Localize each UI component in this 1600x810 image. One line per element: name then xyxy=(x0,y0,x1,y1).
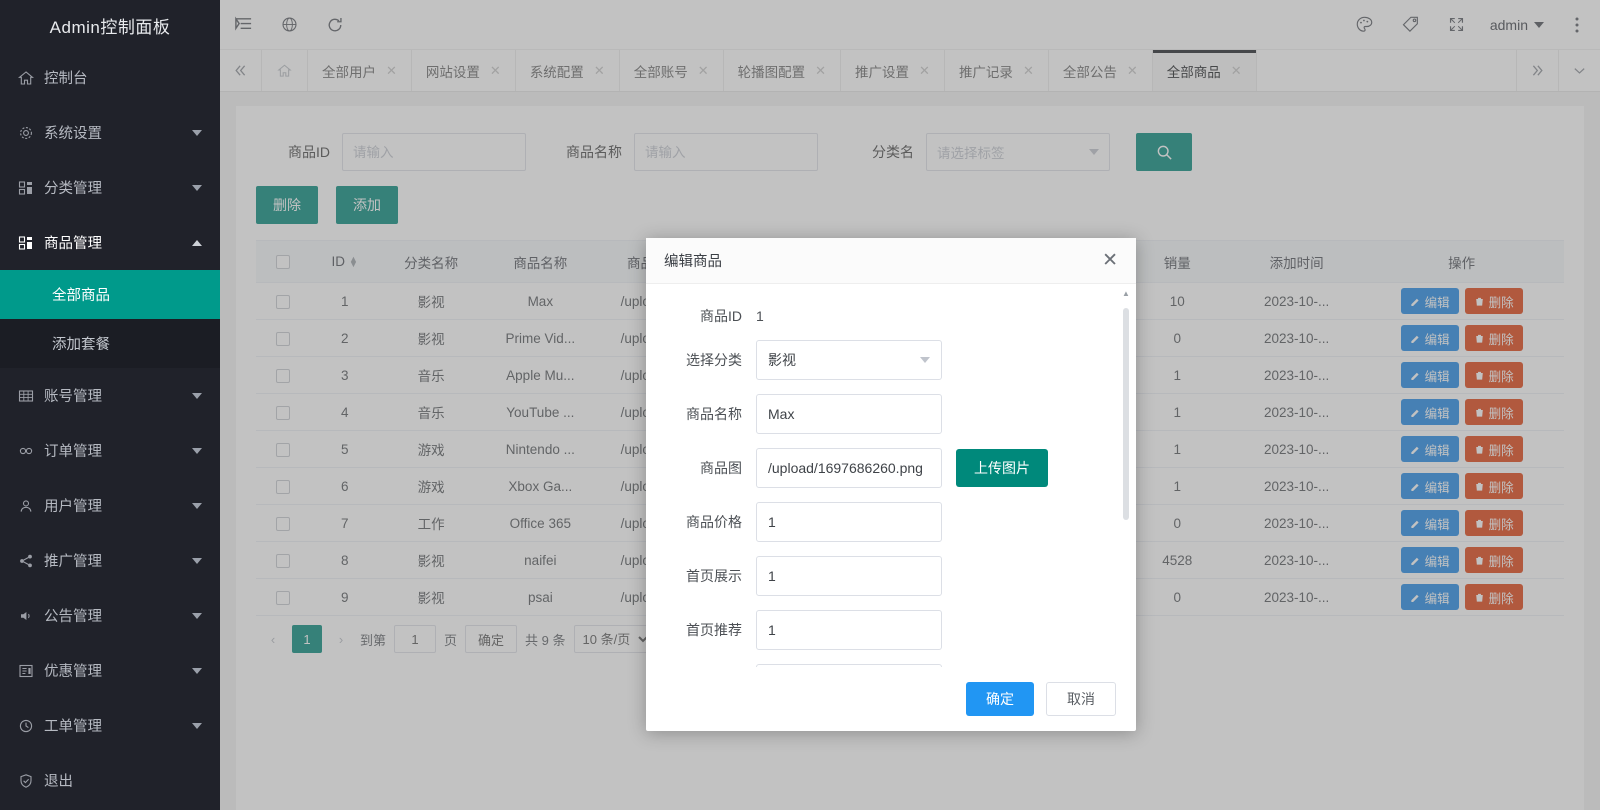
admin-dashboard: Admin控制面板 控制台 系统设置 分类管理 商品管理 全部商品 添加套餐 账… xyxy=(0,0,1600,810)
home-recommend-input[interactable] xyxy=(756,610,942,650)
sidebar-label: 用户管理 xyxy=(44,499,102,515)
sidebar-label: 分类管理 xyxy=(44,181,102,197)
field-label: 商品图 xyxy=(700,460,742,476)
sidebar-item-product-manage[interactable]: 商品管理 xyxy=(0,215,220,270)
chevron-down-icon xyxy=(192,722,202,729)
upload-image-button[interactable]: 上传图片 xyxy=(956,449,1048,487)
field-partial-next xyxy=(646,664,1136,667)
sidebar-item-dashboard[interactable]: 控制台 xyxy=(0,50,220,105)
sidebar-item-user-manage[interactable]: 用户管理 xyxy=(0,478,220,533)
sidebar-item-notice-manage[interactable]: 公告管理 xyxy=(0,588,220,643)
table-icon xyxy=(18,388,44,404)
sidebar-subitem-all-products[interactable]: 全部商品 xyxy=(0,270,220,319)
next-field-input[interactable] xyxy=(756,664,942,667)
sidebar-label: 账号管理 xyxy=(44,389,102,405)
ticket-icon xyxy=(18,663,44,679)
modal-cancel-button[interactable]: 取消 xyxy=(1046,682,1116,716)
sidebar-item-category-manage[interactable]: 分类管理 xyxy=(0,160,220,215)
product-id-value: 1 xyxy=(756,308,764,324)
field-label: 首页推荐 xyxy=(686,622,742,638)
field-product-image: 商品图 上传图片 xyxy=(646,448,1136,488)
sidebar: Admin控制面板 控制台 系统设置 分类管理 商品管理 全部商品 添加套餐 账… xyxy=(0,0,220,810)
sidebar-item-ticket-manage[interactable]: 工单管理 xyxy=(0,698,220,753)
chevron-down-icon xyxy=(192,502,202,509)
sidebar-label: 控制台 xyxy=(44,71,88,87)
sidebar-label: 系统设置 xyxy=(44,126,102,142)
field-label: 商品名称 xyxy=(686,406,742,422)
sidebar-item-system-settings[interactable]: 系统设置 xyxy=(0,105,220,160)
modal-header: 编辑商品 ✕ xyxy=(646,238,1136,284)
modal-footer: 确定 取消 xyxy=(646,667,1136,731)
speaker-icon xyxy=(18,608,44,624)
field-label: 首页展示 xyxy=(686,568,742,584)
modal-body: 商品ID 1 选择分类 影视 商品名称 商品图 上传图片 商品价格 xyxy=(646,284,1136,667)
sidebar-label: 商品管理 xyxy=(44,236,102,252)
field-product-price: 商品价格 xyxy=(646,502,1136,542)
product-price-input[interactable] xyxy=(756,502,942,542)
field-home-show: 首页展示 xyxy=(646,556,1136,596)
sidebar-label: 退出 xyxy=(44,774,73,790)
product-image-input[interactable] xyxy=(756,448,942,488)
chevron-up-icon xyxy=(192,239,202,246)
shield-icon xyxy=(18,773,44,789)
sidebar-label: 推广管理 xyxy=(44,554,102,570)
field-product-name: 商品名称 xyxy=(646,394,1136,434)
modal-title: 编辑商品 xyxy=(664,254,722,270)
modal-confirm-button[interactable]: 确定 xyxy=(966,682,1034,716)
chevron-down-icon xyxy=(192,184,202,191)
sidebar-label: 订单管理 xyxy=(44,444,102,460)
sidebar-label: 工单管理 xyxy=(44,719,102,735)
close-icon[interactable]: ✕ xyxy=(1102,251,1118,270)
chevron-down-icon xyxy=(192,667,202,674)
home-show-input[interactable] xyxy=(756,556,942,596)
edit-product-modal: 编辑商品 ✕ 商品ID 1 选择分类 影视 商品名称 商品图 xyxy=(646,238,1136,731)
field-label: 选择分类 xyxy=(686,352,742,368)
sidebar-item-order-manage[interactable]: 订单管理 xyxy=(0,423,220,478)
modal-scrollbar[interactable]: ▲ ▼ xyxy=(1122,290,1130,667)
clock-icon xyxy=(18,718,44,734)
sidebar-subitem-add-package[interactable]: 添加套餐 xyxy=(0,319,220,368)
sidebar-item-promotion-manage[interactable]: 推广管理 xyxy=(0,533,220,588)
sidebar-item-coupon-manage[interactable]: 优惠管理 xyxy=(0,643,220,698)
link-icon xyxy=(18,443,44,459)
chevron-down-icon xyxy=(192,447,202,454)
sidebar-item-logout[interactable]: 退出 xyxy=(0,753,220,808)
home-icon xyxy=(18,70,44,86)
sidebar-sublabel: 全部商品 xyxy=(52,288,110,304)
brand-title: Admin控制面板 xyxy=(0,0,220,50)
chevron-down-icon xyxy=(192,392,202,399)
field-product-id: 商品ID 1 xyxy=(646,306,1136,326)
sidebar-item-account-manage[interactable]: 账号管理 xyxy=(0,368,220,423)
grid-icon xyxy=(18,180,44,196)
share-icon xyxy=(18,553,44,569)
user-icon xyxy=(18,498,44,514)
sidebar-sublabel: 添加套餐 xyxy=(52,337,110,353)
gear-icon xyxy=(18,125,44,141)
scrollbar-thumb[interactable] xyxy=(1123,308,1129,520)
chevron-down-icon xyxy=(192,612,202,619)
modal-category-value: 影视 xyxy=(768,352,796,368)
modal-category-select[interactable]: 影视 xyxy=(756,340,942,380)
chevron-down-icon xyxy=(920,357,930,363)
product-name-input[interactable] xyxy=(756,394,942,434)
field-label: 商品ID xyxy=(700,308,742,324)
sidebar-label: 公告管理 xyxy=(44,609,102,625)
grid-icon xyxy=(18,235,44,251)
field-category: 选择分类 影视 xyxy=(646,340,1136,380)
sidebar-label: 优惠管理 xyxy=(44,664,102,680)
scroll-up-icon[interactable]: ▲ xyxy=(1122,290,1130,298)
field-label: 商品价格 xyxy=(686,514,742,530)
chevron-down-icon xyxy=(192,129,202,136)
field-home-recommend: 首页推荐 xyxy=(646,610,1136,650)
chevron-down-icon xyxy=(192,557,202,564)
